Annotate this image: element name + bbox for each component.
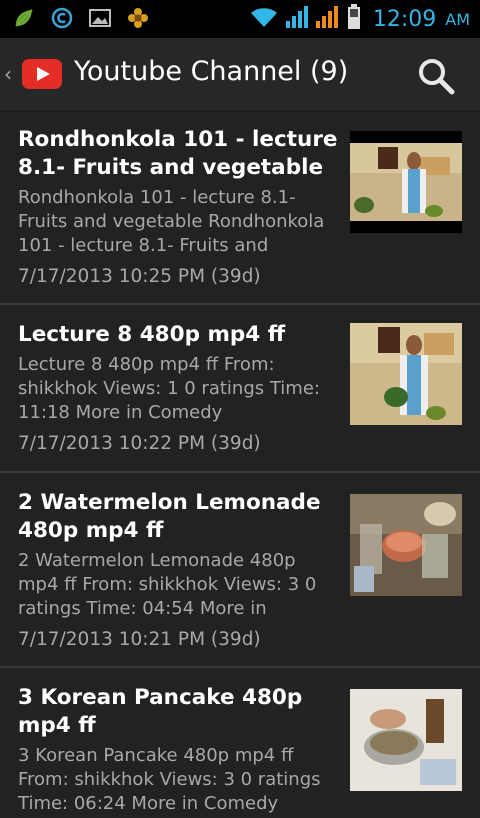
- video-thumbnail: [350, 323, 462, 425]
- video-date: 7/17/2013 10:25 PM (39d): [18, 266, 261, 287]
- video-list-item[interactable]: Lecture 8 480p mp4 ff Lecture 8 480p mp4…: [0, 305, 480, 473]
- video-description: 3 Korean Pancake 480p mp4 ff From: shikk…: [18, 745, 321, 814]
- search-icon[interactable]: [416, 56, 456, 96]
- notification-icons: [12, 6, 150, 30]
- video-thumbnail: [350, 689, 462, 791]
- page-title: Youtube Channel (9): [74, 56, 349, 87]
- clock-ampm: AM: [445, 9, 470, 29]
- signal-icon: [285, 5, 309, 33]
- signal-icon: [315, 5, 341, 33]
- video-thumbnail: [350, 494, 462, 596]
- video-title: 3 Korean Pancake 480p mp4 ff: [18, 685, 303, 738]
- image-icon: [88, 6, 112, 30]
- battery-icon: [347, 4, 361, 34]
- video-thumbnail: [350, 131, 462, 233]
- sync-icon: [50, 6, 74, 30]
- up-caret-icon[interactable]: ‹: [4, 62, 12, 86]
- video-description: 2 Watermelon Lemonade 480p mp4 ff From: …: [18, 550, 317, 619]
- video-list-item[interactable]: Rondhonkola 101 - lecture 8.1- Fruits an…: [0, 110, 480, 305]
- video-date: 7/17/2013 10:21 PM (39d): [18, 629, 261, 650]
- video-list-item[interactable]: 3 Korean Pancake 480p mp4 ff 3 Korean Pa…: [0, 668, 480, 814]
- video-list: Rondhonkola 101 - lecture 8.1- Fruits an…: [0, 110, 480, 814]
- action-bar: ‹ Youtube Channel (9): [0, 38, 480, 112]
- video-description: Lecture 8 480p mp4 ff From: shikkhok Vie…: [18, 354, 320, 423]
- video-description: Rondhonkola 101 - lecture 8.1- Fruits an…: [18, 187, 325, 256]
- video-title: Lecture 8 480p mp4 ff: [18, 322, 286, 347]
- status-bar: 12:09 AM: [0, 0, 480, 38]
- video-list-item[interactable]: 2 Watermelon Lemonade 480p mp4 ff 2 Wate…: [0, 473, 480, 668]
- video-title: 2 Watermelon Lemonade 480p mp4 ff: [18, 490, 321, 543]
- wifi-icon: [249, 5, 279, 33]
- system-icons: 12:09 AM: [249, 4, 470, 34]
- youtube-logo-icon[interactable]: [22, 59, 62, 89]
- clock-time: 12:09: [372, 6, 437, 32]
- video-date: 7/17/2013 10:22 PM (39d): [18, 433, 261, 454]
- video-title: Rondhonkola 101 - lecture 8.1- Fruits an…: [18, 127, 338, 180]
- leaf-icon: [12, 6, 36, 30]
- flower-icon: [126, 6, 150, 30]
